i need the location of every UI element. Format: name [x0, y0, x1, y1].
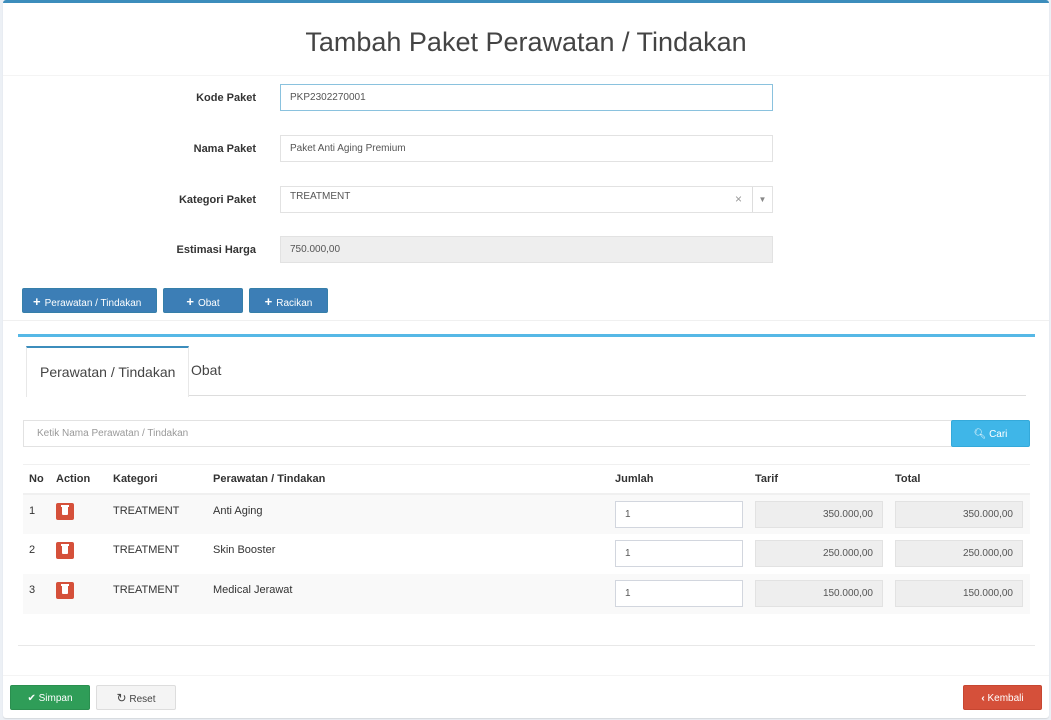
- add-perawatan-label: Perawatan / Tindakan: [44, 298, 142, 309]
- tab-bar: Perawatan / Tindakan Obat: [26, 346, 1026, 397]
- jumlah-input[interactable]: 1: [615, 539, 743, 567]
- col-no: No: [23, 464, 50, 495]
- add-racikan-button[interactable]: + Racikan: [249, 288, 328, 313]
- row-no: 2: [29, 543, 36, 556]
- kembali-button[interactable]: ‹ Kembali: [963, 685, 1042, 710]
- chevron-down-icon[interactable]: ▼: [752, 187, 772, 212]
- tarif-field: 150.000,00: [755, 579, 883, 607]
- row-total-cell: 350.000,00: [889, 493, 1030, 534]
- table-row: 2 TREATMENT Skin Booster 1 250.000,00 25…: [23, 534, 1030, 574]
- row-action: [50, 493, 107, 534]
- footer-divider: [3, 675, 1049, 676]
- table-row: 3 TREATMENT Medical Jerawat 1 150.000,00…: [23, 573, 1030, 614]
- refresh-icon: ↻: [116, 691, 127, 705]
- main-box: Tambah Paket Perawatan / Tindakan Kode P…: [3, 0, 1049, 718]
- trash-icon[interactable]: [56, 581, 74, 599]
- plus-icon: +: [264, 294, 273, 309]
- total-field: 250.000,00: [895, 539, 1023, 567]
- kategori-paket-select[interactable]: TREATMENT × ▼: [280, 186, 773, 213]
- nama-paket-label: Nama Paket: [193, 143, 256, 155]
- row-kategori: TREATMENT: [107, 493, 207, 534]
- row-perawatan: Medical Jerawat: [207, 573, 609, 614]
- row-no: 3: [23, 573, 50, 614]
- col-total: Total: [889, 464, 1030, 495]
- col-jumlah: Jumlah: [609, 464, 749, 495]
- reset-button[interactable]: ↻ Reset: [96, 685, 176, 710]
- row-jumlah-cell: 1: [609, 534, 749, 574]
- add-obat-button[interactable]: + Obat: [163, 288, 243, 313]
- row-action: [50, 573, 107, 614]
- jumlah-input[interactable]: 1: [615, 579, 743, 607]
- chevron-left-icon: ‹: [981, 693, 985, 704]
- jumlah-input[interactable]: 1: [615, 500, 743, 528]
- plus-icon: +: [186, 294, 194, 309]
- row-kategori: TREATMENT: [113, 543, 180, 556]
- row-jumlah-cell: 1: [609, 493, 749, 534]
- tarif-field: 350.000,00: [755, 500, 883, 528]
- check-icon: ✔: [27, 693, 36, 704]
- estimasi-harga-label: Estimasi Harga: [176, 244, 256, 256]
- col-action: Action: [50, 464, 107, 495]
- simpan-label: Simpan: [38, 693, 73, 704]
- search-icon: 🔍︎: [973, 429, 987, 440]
- row-tarif-cell: 250.000,00: [749, 534, 889, 574]
- kembali-label: Kembali: [987, 693, 1024, 704]
- section-divider: [3, 320, 1049, 321]
- items-table: No Action Kategori Perawatan / Tindakan …: [23, 464, 1030, 614]
- add-obat-label: Obat: [197, 298, 220, 309]
- trash-icon[interactable]: [56, 502, 74, 520]
- row-kategori: TREATMENT: [107, 573, 207, 614]
- row-tarif-cell: 150.000,00: [749, 573, 889, 614]
- kode-paket-input[interactable]: PKP2302270001: [280, 84, 773, 111]
- detail-panel: Perawatan / Tindakan Obat Ketik Nama Per…: [18, 334, 1035, 646]
- row-tarif-cell: 350.000,00: [749, 493, 889, 534]
- table-header-row: No Action Kategori Perawatan / Tindakan …: [23, 464, 1030, 495]
- simpan-button[interactable]: ✔ Simpan: [10, 685, 90, 710]
- col-kategori: Kategori: [107, 464, 207, 495]
- col-perawatan: Perawatan / Tindakan: [207, 464, 609, 495]
- row-no: 1: [23, 493, 50, 534]
- row-jumlah-cell: 1: [609, 573, 749, 614]
- clear-selection-icon[interactable]: ×: [735, 187, 742, 212]
- add-racikan-label: Racikan: [276, 298, 313, 309]
- row-action: [50, 534, 107, 574]
- header-divider: [3, 75, 1049, 76]
- col-tarif: Tarif: [749, 464, 889, 495]
- trash-icon[interactable]: [56, 541, 74, 559]
- row-perawatan: Skin Booster: [213, 543, 276, 556]
- page-title: Tambah Paket Perawatan / Tindakan: [305, 27, 747, 57]
- row-perawatan: Anti Aging: [207, 493, 609, 534]
- search-button[interactable]: 🔍︎ Cari: [951, 420, 1030, 447]
- row-total-cell: 150.000,00: [889, 573, 1030, 614]
- add-perawatan-button[interactable]: + Perawatan / Tindakan: [22, 288, 157, 313]
- nama-paket-input[interactable]: Paket Anti Aging Premium: [280, 135, 773, 162]
- tab-perawatan[interactable]: Perawatan / Tindakan: [26, 346, 190, 397]
- tab-obat[interactable]: Obat: [178, 346, 234, 396]
- kategori-paket-label: Kategori Paket: [178, 194, 256, 206]
- search-button-label: Cari: [989, 429, 1008, 440]
- total-field: 350.000,00: [895, 500, 1023, 528]
- kategori-paket-value: TREATMENT: [290, 191, 351, 202]
- reset-label: Reset: [129, 694, 156, 705]
- row-total-cell: 250.000,00: [889, 534, 1030, 574]
- table-row: 1 TREATMENT Anti Aging 1 350.000,00 350.…: [23, 493, 1030, 534]
- estimasi-harga-input: 750.000,00: [280, 236, 773, 263]
- search-input[interactable]: Ketik Nama Perawatan / Tindakan: [23, 420, 953, 447]
- kode-paket-label: Kode Paket: [196, 92, 256, 104]
- tarif-field: 250.000,00: [755, 539, 883, 567]
- total-field: 150.000,00: [895, 579, 1023, 607]
- plus-icon: +: [33, 294, 41, 309]
